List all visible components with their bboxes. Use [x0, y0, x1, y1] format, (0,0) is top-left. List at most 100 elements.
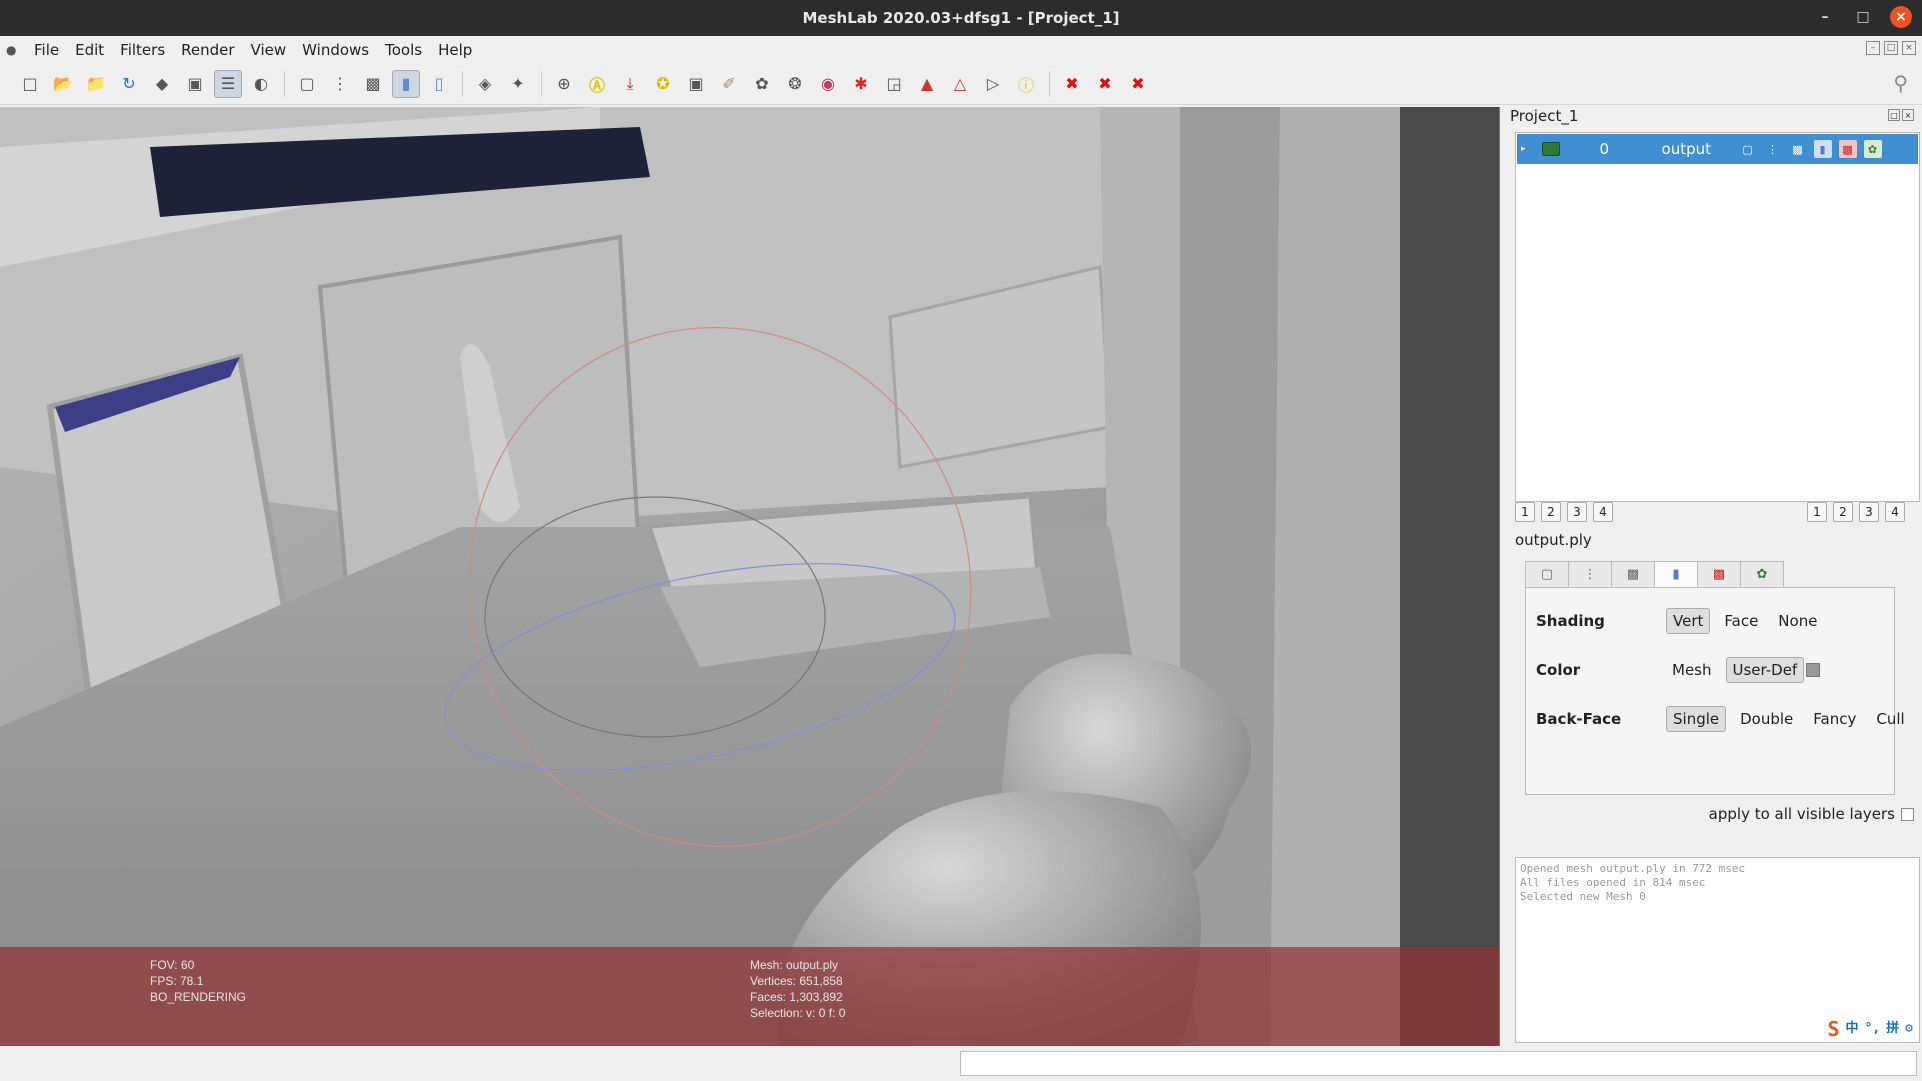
color-mesh-option[interactable]: Mesh	[1666, 658, 1718, 682]
minimize-icon[interactable]: –	[1814, 6, 1836, 28]
smooth-icon[interactable]: ▮	[392, 69, 420, 98]
selection-icon[interactable]: ◲	[880, 70, 908, 98]
wire-toggle-icon[interactable]: ▩	[1789, 140, 1807, 158]
reload-icon[interactable]: ↻	[115, 70, 143, 98]
annotation-icon[interactable]: Ⓐ	[583, 70, 611, 98]
trackball-icon[interactable]: ⊕	[550, 70, 578, 98]
expand-arrow-icon[interactable]: ▸	[1521, 144, 1526, 154]
georef-icon[interactable]: ✱	[847, 70, 875, 98]
mesh-info: Mesh: output.ply Vertices: 651,858 Faces…	[750, 957, 845, 1021]
3d-viewport[interactable]: FOV: 60 FPS: 78.1 BO_RENDERING Mesh: out…	[0, 107, 1500, 1046]
color-icon[interactable]: ◉	[814, 70, 842, 98]
save-snapshot-icon[interactable]: ◆	[148, 70, 176, 98]
menu-file[interactable]: File	[28, 41, 65, 59]
import-mesh-icon[interactable]: 📁	[82, 70, 110, 98]
raster-icon[interactable]: ◐	[247, 70, 275, 98]
view-button-2[interactable]: 2	[1833, 502, 1853, 522]
pick-icon[interactable]: ▣	[682, 70, 710, 98]
fill-toggle-icon[interactable]: ▮	[1813, 140, 1832, 158]
ime-punctuation[interactable]: °,	[1865, 1022, 1881, 1036]
log-window[interactable]: Opened mesh output.ply in 772 msec All f…	[1515, 857, 1920, 1043]
ime-chinese-mode[interactable]: 中	[1845, 1022, 1858, 1036]
layers-icon[interactable]: ☰	[214, 69, 242, 98]
axis-icon[interactable]: ✦	[504, 70, 532, 98]
ime-pinyin[interactable]: 拼	[1886, 1022, 1899, 1036]
layer-row[interactable]: ▸ 0 output ▢ ⋮ ▩ ▮ ▩ ✿	[1517, 134, 1918, 164]
toolbar-separator	[1049, 70, 1050, 97]
delete-selection-icon[interactable]: ✖	[1058, 70, 1086, 98]
mdi-restore-icon[interactable]: □	[1884, 41, 1898, 55]
color-swatch[interactable]	[1806, 663, 1821, 677]
shading-row: Shading Vert Face None	[1536, 608, 1831, 634]
points-toggle-icon[interactable]: ⋮	[1764, 140, 1782, 158]
view-button-2[interactable]: 2	[1541, 502, 1561, 522]
mesh-name-readout: Mesh: output.ply	[750, 958, 839, 972]
void	[1400, 107, 1499, 1046]
flat-icon[interactable]: ▯	[425, 70, 453, 98]
info-icon[interactable]: ⓘ	[1012, 70, 1040, 98]
backface-single-option[interactable]: Single	[1666, 706, 1727, 732]
color-toggle-icon[interactable]: ✿	[1863, 140, 1882, 158]
backface-cull-option[interactable]: Cull	[1870, 707, 1910, 731]
status-field	[960, 1051, 1917, 1076]
close-icon[interactable]: ×	[1890, 6, 1912, 28]
ime-settings-icon[interactable]: ⚙	[1905, 1022, 1913, 1036]
open-project-icon[interactable]: 📂	[49, 70, 77, 98]
menu-edit[interactable]: Edit	[69, 41, 110, 59]
align-icon[interactable]: ✿	[748, 70, 776, 98]
ime-logo-icon[interactable]: S	[1827, 1019, 1839, 1039]
menu-view[interactable]: View	[245, 41, 293, 59]
light-icon[interactable]: ◈	[471, 70, 499, 98]
shading-none-option[interactable]: None	[1772, 609, 1823, 633]
tab-points-icon[interactable]: ⋮	[1568, 561, 1612, 588]
connected-select-icon[interactable]: ▷	[979, 70, 1007, 98]
measure-icon[interactable]: ⤓	[616, 70, 644, 98]
layer-list[interactable]: ▸ 0 output ▢ ⋮ ▩ ▮ ▩ ✿	[1515, 132, 1920, 502]
paint-icon[interactable]: ✪	[649, 70, 677, 98]
apply-all-label: apply to all visible layers	[1708, 805, 1895, 823]
points-icon[interactable]: ⋮	[326, 70, 354, 98]
tab-texture-icon[interactable]: ▩	[1697, 561, 1741, 588]
mdi-minimize-icon[interactable]: –	[1866, 41, 1880, 55]
tab-fill-icon[interactable]: ▮	[1654, 561, 1698, 588]
view-button-4[interactable]: 4	[1593, 502, 1613, 522]
view-button-3[interactable]: 3	[1567, 502, 1587, 522]
view-button-1[interactable]: 1	[1807, 502, 1827, 522]
menu-windows[interactable]: Windows	[296, 41, 375, 59]
select-icon[interactable]: ✐	[715, 70, 743, 98]
panel-close-icon[interactable]: ×	[1902, 109, 1914, 121]
delete-faces-icon[interactable]: ✖	[1124, 70, 1152, 98]
view-button-1[interactable]: 1	[1515, 502, 1535, 522]
backface-fancy-option[interactable]: Fancy	[1807, 707, 1862, 731]
delete-vertices-icon[interactable]: ✖	[1091, 70, 1119, 98]
search-icon[interactable]: ⚲	[1893, 71, 1908, 95]
maximize-icon[interactable]: □	[1852, 6, 1874, 28]
snapshot-icon[interactable]: ▣	[181, 70, 209, 98]
shading-vert-option[interactable]: Vert	[1666, 608, 1711, 634]
app-icon[interactable]: ●	[6, 43, 20, 57]
menu-help[interactable]: Help	[432, 41, 478, 59]
mdi-close-icon[interactable]: ×	[1902, 41, 1916, 55]
view-button-4[interactable]: 4	[1885, 502, 1905, 522]
backface-double-option[interactable]: Double	[1734, 707, 1799, 731]
shading-face-option[interactable]: Face	[1718, 609, 1764, 633]
menu-filters[interactable]: Filters	[114, 41, 171, 59]
visibility-icon[interactable]	[1541, 142, 1560, 156]
tab-wire-icon[interactable]: ▩	[1611, 561, 1655, 588]
bbox-toggle-icon[interactable]: ▢	[1739, 140, 1757, 158]
face-select-icon[interactable]: ▲	[913, 70, 941, 98]
tab-color-icon[interactable]: ✿	[1740, 561, 1784, 588]
view-button-3[interactable]: 3	[1859, 502, 1879, 522]
tab-bbox-icon[interactable]: ▢	[1525, 561, 1569, 588]
menu-render[interactable]: Render	[175, 41, 240, 59]
apply-all-checkbox[interactable]	[1901, 807, 1914, 821]
wireframe-icon[interactable]: ▩	[359, 70, 387, 98]
lasso-icon[interactable]: △	[946, 70, 974, 98]
color-userdef-option[interactable]: User-Def	[1725, 657, 1805, 683]
panel-float-icon[interactable]: □	[1888, 109, 1900, 121]
bounding-box-icon[interactable]: ▢	[293, 70, 321, 98]
menu-tools[interactable]: Tools	[379, 41, 428, 59]
new-project-icon[interactable]: □	[16, 70, 44, 98]
texture-toggle-icon[interactable]: ▩	[1838, 140, 1857, 158]
vertex-select-icon[interactable]: ❂	[781, 70, 809, 98]
